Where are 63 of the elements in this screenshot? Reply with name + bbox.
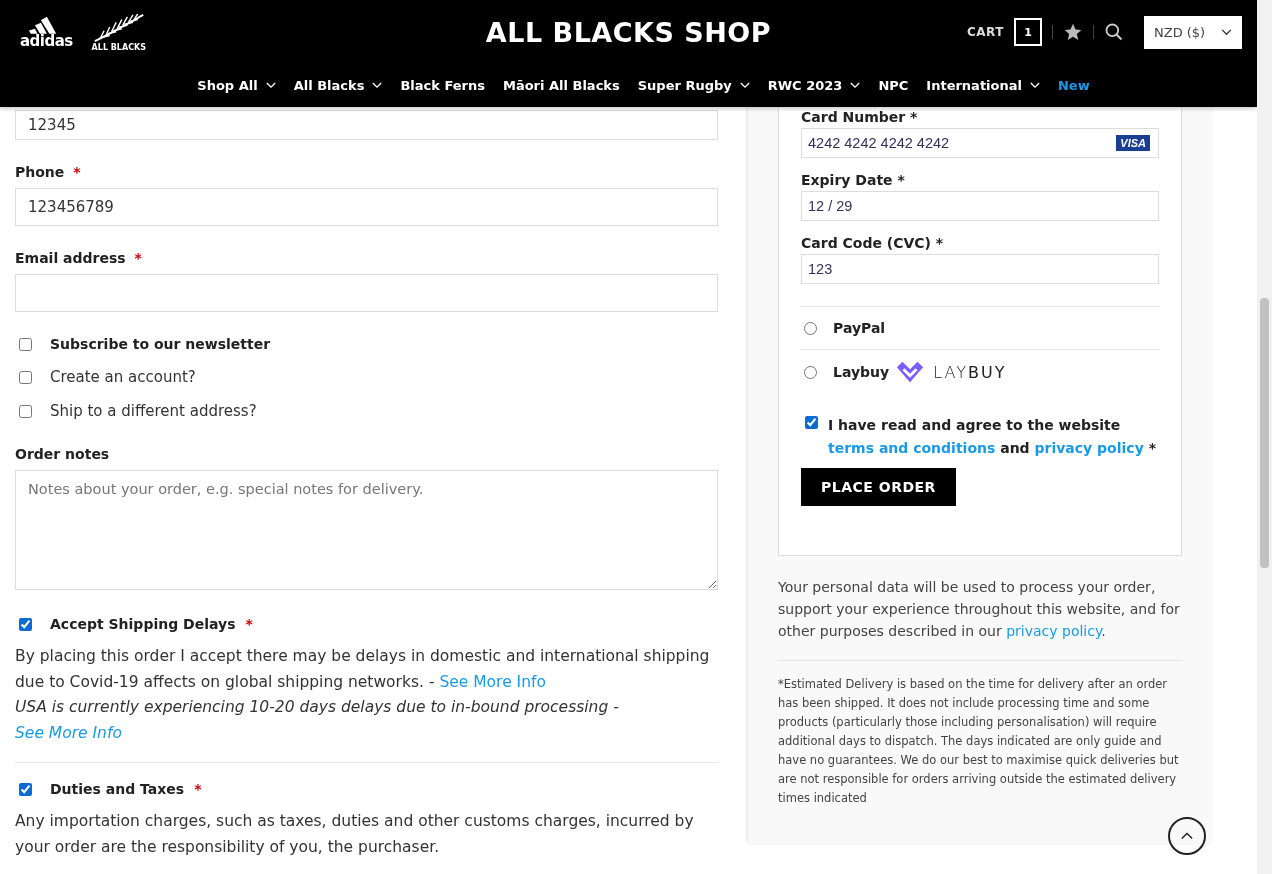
input-field[interactable]: 123456789 [15,188,718,226]
payment-method-label: Laybuy [833,364,890,380]
field-label: Expiry Date * [801,172,906,189]
nav-item[interactable]: International [926,78,1040,93]
terms-text: I have read and agree to the website terms and conditions and privacy policy * [828,416,1157,458]
radio-button[interactable] [804,321,817,335]
nav-item[interactable]: NPC [878,78,909,93]
nav-item[interactable]: New [1058,78,1090,93]
checkbox[interactable] [19,404,32,418]
nav-item[interactable]: Super Rugby [637,78,750,93]
checkbox-label: Accept Shipping Delays [50,616,236,632]
input-field[interactable]: 12345 [15,110,718,140]
heart-check-icon [895,359,926,385]
star-icon[interactable] [1063,22,1083,42]
site-title[interactable]: ALL BLACKS SHOP [485,16,772,48]
payment-method-label: PayPal [833,320,886,336]
card-brand-badge: VISA [1116,135,1150,151]
cart-count[interactable]: 1 [1014,18,1042,46]
search-icon[interactable] [1104,22,1124,42]
input-field[interactable] [15,274,718,312]
nav-item[interactable]: All Blacks [293,78,383,93]
checkbox-label: Duties and Taxes [50,781,185,797]
nav-item[interactable]: Shop All [197,78,276,93]
cart-link[interactable]: CART [967,25,1004,39]
privacy-note: Your personal data will be used to process your order, support your experience throughout this website, and for other purposes described in our privacy policy. [778,576,1182,661]
field-label: Card Number * [801,109,919,126]
checkbox-label: Create an account? [50,368,196,386]
paragraph: Any importation charges, such as taxes, duties and other customs charges, incurred by your order are the responsibility of you, the purchaser. [15,811,695,858]
chevron-up-icon [1181,832,1193,840]
all-blacks-logo[interactable]: ALL BLACKS [90,12,147,52]
nav-item[interactable]: Māori All Blacks [502,78,620,93]
checkbox-label: Subscribe to our newsletter [50,336,271,352]
field-label: Order notes [15,446,111,462]
input-field[interactable]: 12 / 29 [801,191,1159,221]
checkbox[interactable] [19,370,32,384]
field-label: Phone [15,164,65,180]
nav-item[interactable]: Black Ferns [400,78,485,93]
back-to-top-button[interactable] [1168,817,1206,855]
checkbox[interactable] [19,337,32,351]
required-mark: * [73,164,81,180]
place-order-button[interactable]: PLACE ORDER [801,468,956,506]
checkbox[interactable] [805,416,818,429]
adidas-logo[interactable]: adidas [20,15,73,49]
laybuy-logo: LAYBUY [933,362,1007,382]
input-field[interactable]: 123 [801,254,1159,284]
paragraph: USA is currently experiencing 10-20 days delays due to in-bound processing - See More Info [15,697,620,744]
checkbox[interactable] [19,782,32,796]
paragraph: By placing this order I accept there may be delays in domestic and international shipping due to Covid-19 affects on global shipping networks. - See More Info [15,646,711,693]
scrollbar[interactable] [1257,0,1272,874]
nav-item[interactable]: RWC 2023 [767,78,861,93]
field-label: Card Code (CVC) * [801,235,945,252]
required-mark: * [134,250,142,266]
input-field[interactable]: 4242 4242 4242 4242 VISA [801,128,1159,158]
order-notes-field[interactable]: Notes about your order, e.g. special notes for delivery. [15,470,718,590]
field-label: Email address [15,250,126,266]
chevron-down-icon [1221,28,1232,36]
checkbox-label: Ship to a different address? [50,402,257,420]
radio-button[interactable] [804,365,817,379]
required-mark: * [194,781,202,797]
currency-select[interactable]: NZD ($) [1144,15,1242,49]
required-mark: * [245,616,253,632]
delivery-note: *Estimated Delivery is based on the time for delivery after an order has been shipped. It does not include processing time and some products (particularly those including personalisation) will require additional days to dispatch. The days indicated are only guide and have no guarantees. We do our best to maximise quick deliveries but are not responsible for orders arriving outside the estimated delivery times indicated [778,676,1180,807]
checkbox[interactable] [19,617,32,631]
